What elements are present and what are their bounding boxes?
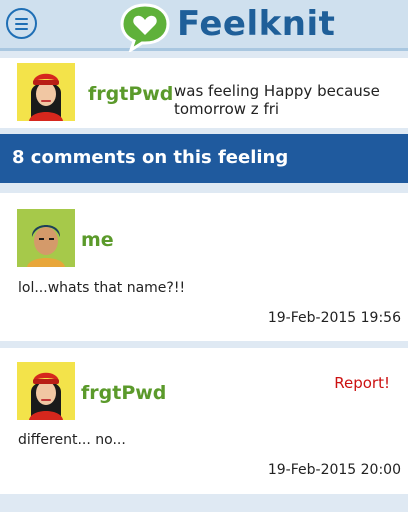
feeling-text: was feeling Happy because tomorrow z fri — [174, 82, 380, 118]
avatar[interactable] — [17, 63, 75, 121]
comments-count-label: 8 comments on this feeling — [12, 147, 289, 168]
comment-card: me lol...whats that name?!! 19-Feb-2015 … — [0, 193, 408, 341]
heart-speech-bubble-icon — [120, 3, 170, 52]
report-link[interactable]: Report! — [334, 374, 390, 392]
comment-text: different... no... — [18, 432, 126, 448]
avatar[interactable] — [17, 209, 75, 267]
app-header: Feelknit — [0, 0, 408, 52]
comment-username[interactable]: me — [81, 229, 114, 251]
logo-title: Feelknit — [177, 4, 336, 44]
comment-timestamp: 19-Feb-2015 20:00 — [267, 462, 401, 478]
comments-count-header: 8 comments on this feeling — [0, 134, 408, 183]
hamburger-menu-icon[interactable] — [6, 8, 37, 39]
woman-avatar-icon — [17, 63, 75, 121]
comment-username[interactable]: frgtPwd — [81, 382, 166, 404]
feeling-post-card: frgtPwd was feeling Happy because tomorr… — [0, 58, 408, 128]
comment-text: lol...whats that name?!! — [18, 280, 186, 296]
comment-card: frgtPwd Report! different... no... 19-Fe… — [0, 348, 408, 494]
woman-avatar-icon — [17, 362, 75, 420]
post-username[interactable]: frgtPwd — [88, 83, 173, 105]
man-avatar-icon — [17, 209, 75, 267]
comment-timestamp: 19-Feb-2015 19:56 — [267, 310, 401, 326]
avatar[interactable] — [17, 362, 75, 420]
